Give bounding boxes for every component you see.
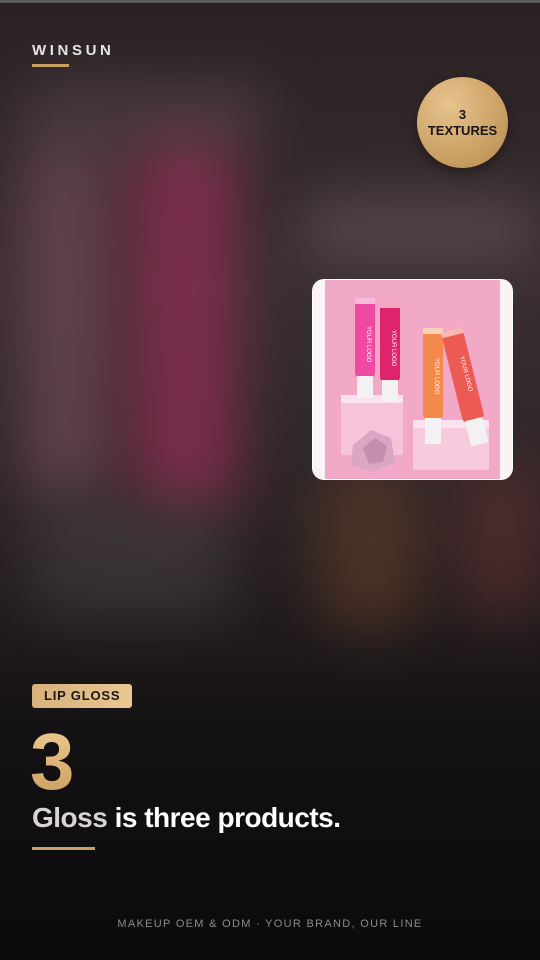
brand-logo: WINSUN [32, 42, 115, 59]
background-blur-shape [300, 200, 540, 260]
tube-label: YOUR LOGO [365, 326, 371, 363]
footer-tagline: MAKEUP OEM & ODM · YOUR BRAND, OUR LINE [117, 918, 423, 930]
category-tag: LIP GLOSS [32, 684, 133, 708]
background-blur-shape [22, 140, 112, 500]
tube-label: YOUR LOGO [390, 330, 396, 367]
badge-label: TEXTURES [427, 122, 498, 138]
headline-accent: Gloss [32, 802, 108, 833]
background-blur-shape [460, 460, 540, 620]
tube-label: YOUR LOGO [433, 358, 439, 395]
background-blur-shape [130, 130, 240, 510]
badge-count: 3 [458, 106, 467, 122]
headline-rest: is three products. [107, 802, 341, 833]
background-blur-shape [20, 80, 270, 150]
step-number: 3 [30, 717, 75, 806]
brand-underline [32, 64, 69, 67]
background-blur-shape [320, 470, 420, 630]
background-blur-shape [30, 500, 230, 620]
headline-underline [32, 847, 95, 850]
top-edge-line [0, 0, 540, 3]
product-photo-card: YOUR LOGO YOUR LOGO YOUR LOGO YOUR LOGO [312, 279, 513, 480]
textures-badge: 3 TEXTURES [417, 77, 508, 168]
headline: Gloss is three products. [32, 802, 341, 834]
lip-gloss-product-photo: YOUR LOGO YOUR LOGO YOUR LOGO YOUR LOGO [313, 280, 512, 479]
